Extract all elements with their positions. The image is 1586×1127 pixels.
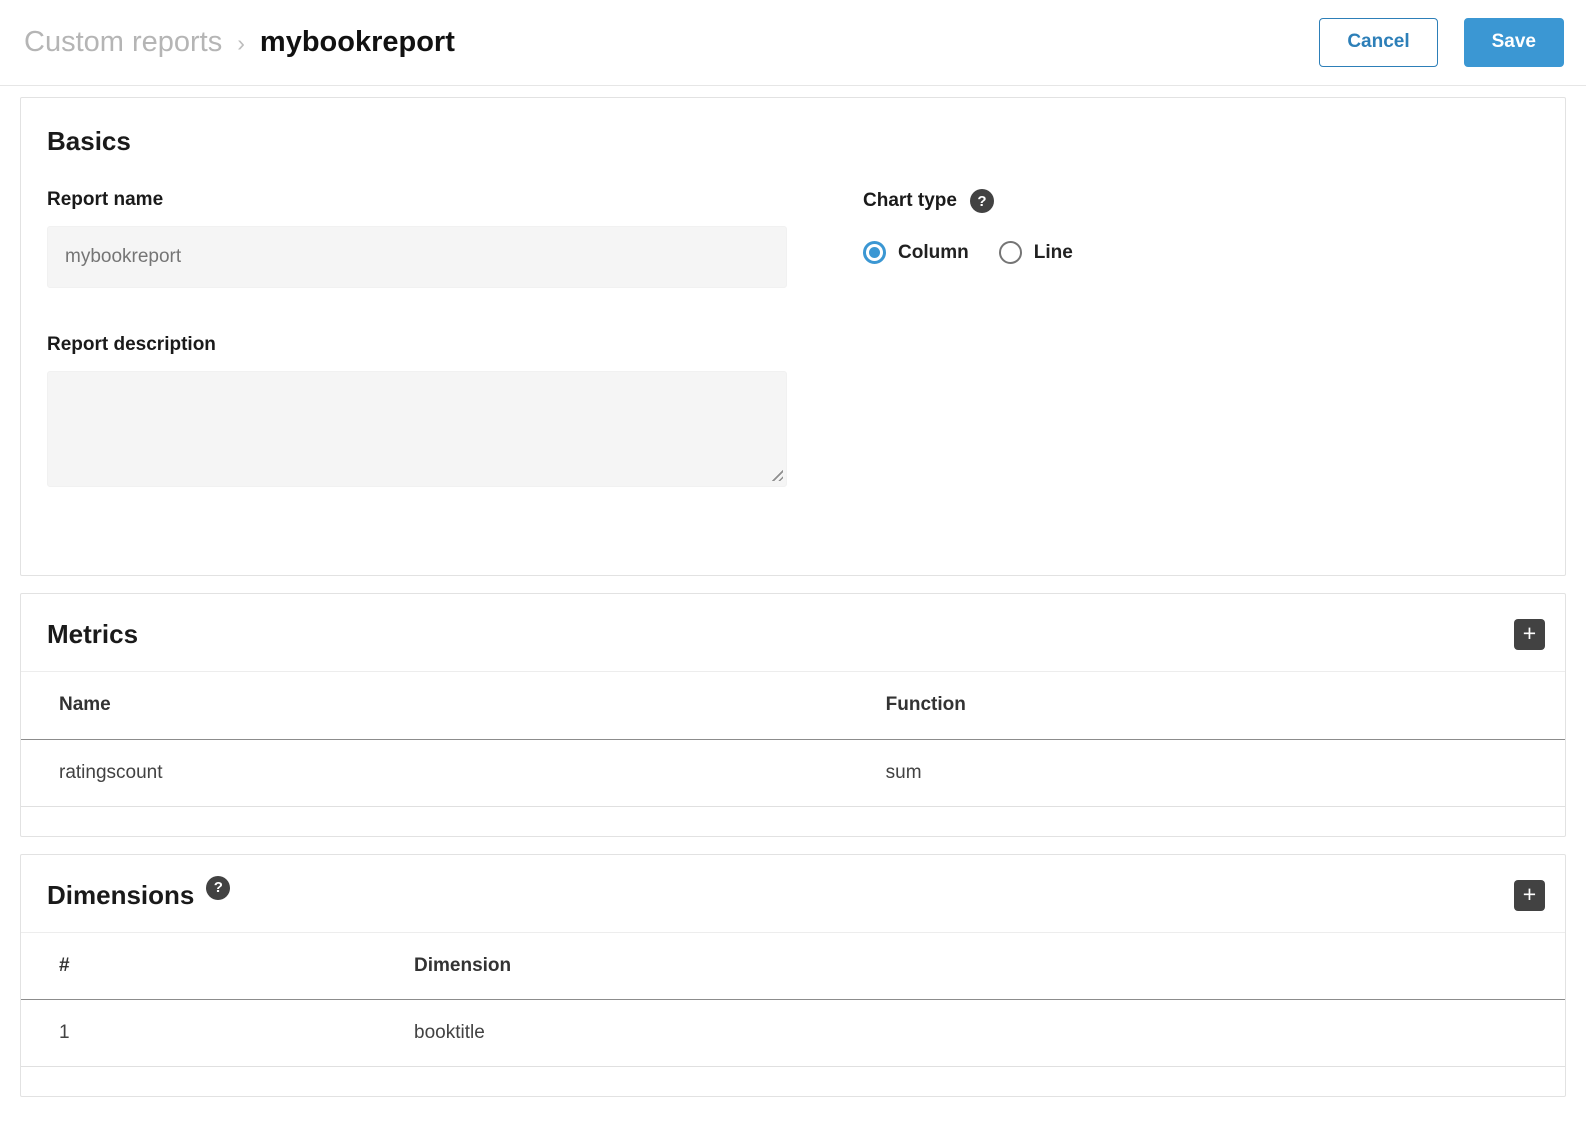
breadcrumb-current-report: mybookreport	[260, 26, 455, 59]
basics-title: Basics	[47, 126, 1539, 157]
dimensions-table: # Dimension 1 booktitle	[21, 933, 1565, 1068]
metrics-card: Metrics + Name Function ratingscount sum	[20, 593, 1566, 837]
breadcrumb-custom-reports-link[interactable]: Custom reports	[24, 26, 222, 59]
dimensions-card: Dimensions ? + # Dimension 1 booktitle	[20, 854, 1566, 1098]
save-button[interactable]: Save	[1464, 18, 1564, 67]
metric-function-cell: sum	[886, 739, 1565, 806]
dimensions-title: Dimensions	[47, 880, 194, 911]
metrics-card-header: Metrics +	[21, 594, 1565, 672]
report-description-field: Report description	[47, 334, 787, 487]
plus-icon: +	[1523, 883, 1536, 906]
chart-type-label: Chart type	[863, 190, 957, 212]
chevron-right-icon: ›	[237, 30, 245, 57]
dimension-index-cell: 1	[21, 1000, 414, 1067]
metric-name-cell: ratingscount	[21, 739, 886, 806]
report-name-input[interactable]	[47, 226, 787, 288]
help-icon[interactable]: ?	[970, 189, 994, 213]
chart-type-column-label: Column	[898, 242, 969, 264]
cancel-button[interactable]: Cancel	[1319, 18, 1437, 67]
metrics-function-column-header: Function	[886, 672, 1565, 739]
chart-type-line-radio[interactable]: Line	[999, 241, 1073, 264]
dimension-name-cell: booktitle	[414, 1000, 1565, 1067]
dimensions-help-icon[interactable]: ?	[206, 876, 230, 900]
chart-type-radio-group: Column Line	[863, 241, 1073, 264]
basics-right-column: Chart type ? Column Line	[863, 189, 1073, 487]
dimensions-header-row: # Dimension	[21, 933, 1565, 1000]
report-name-label: Report name	[47, 189, 787, 211]
dimension-row[interactable]: 1 booktitle	[21, 1000, 1565, 1067]
metrics-header-row: Name Function	[21, 672, 1565, 739]
report-name-field: Report name	[47, 189, 787, 288]
metric-row[interactable]: ratingscount sum	[21, 739, 1565, 806]
dimensions-index-column-header: #	[21, 933, 414, 1000]
report-editor: Basics Report name Report description Ch	[0, 86, 1586, 1127]
dimensions-card-header: Dimensions ? +	[21, 855, 1565, 933]
metrics-name-column-header: Name	[21, 672, 886, 739]
metrics-table: Name Function ratingscount sum	[21, 672, 1565, 807]
report-description-label: Report description	[47, 334, 787, 356]
basics-card: Basics Report name Report description Ch	[20, 97, 1566, 576]
basics-left-column: Report name Report description	[47, 189, 787, 487]
radio-unselected-icon	[999, 241, 1022, 264]
add-metric-button[interactable]: +	[1514, 619, 1545, 650]
breadcrumb: Custom reports › mybookreport	[24, 26, 455, 59]
metrics-title: Metrics	[47, 619, 138, 650]
radio-selected-icon	[863, 241, 886, 264]
add-dimension-button[interactable]: +	[1514, 880, 1545, 911]
top-bar: Custom reports › mybookreport Cancel Sav…	[0, 0, 1586, 86]
report-description-input[interactable]	[47, 371, 787, 487]
plus-icon: +	[1523, 622, 1536, 645]
chart-type-column-radio[interactable]: Column	[863, 241, 969, 264]
chart-type-line-label: Line	[1034, 242, 1073, 264]
header-actions: Cancel Save	[1319, 18, 1564, 67]
dimensions-dimension-column-header: Dimension	[414, 933, 1565, 1000]
